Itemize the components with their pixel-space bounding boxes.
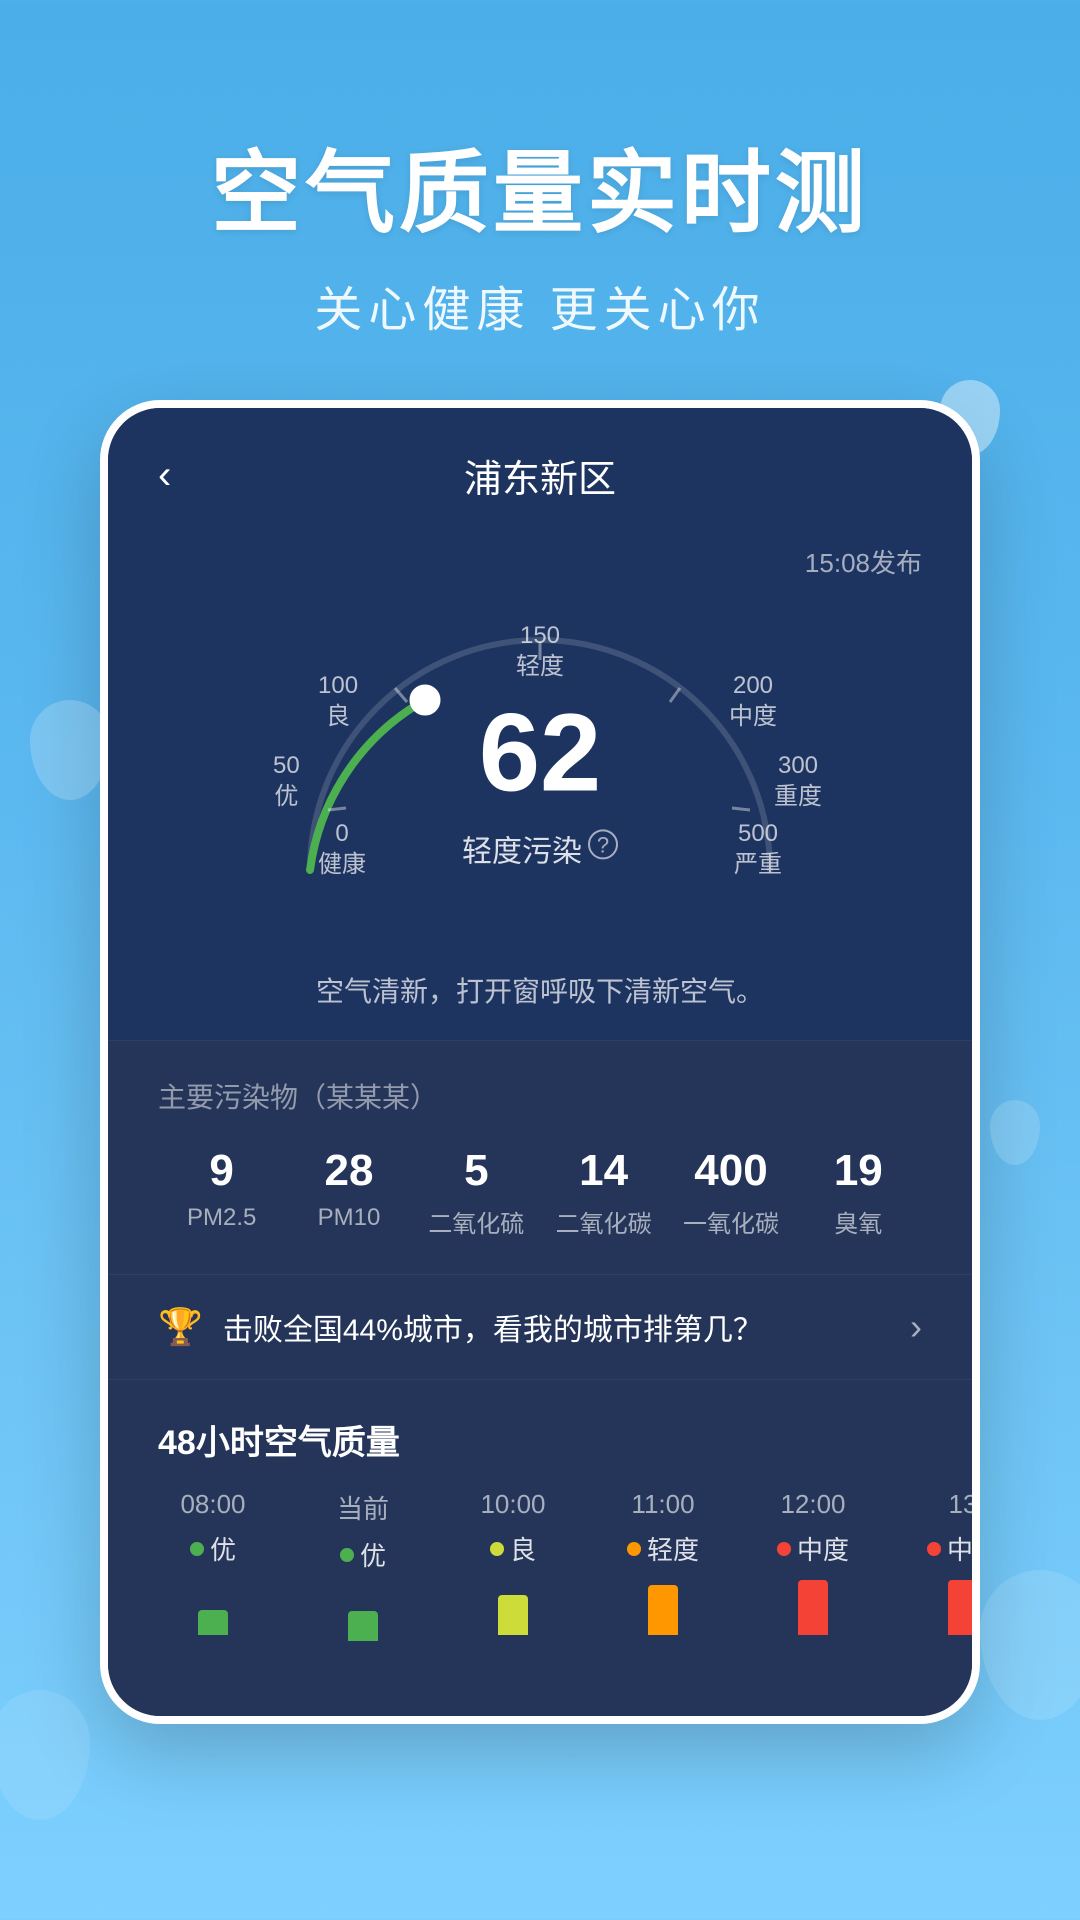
hour-quality: 优: [308, 1536, 418, 1573]
hour-bar: [648, 1585, 678, 1635]
location-title: 浦东新区: [464, 448, 616, 503]
pollutant-value: 9: [158, 1146, 285, 1196]
hour-time: 当前: [308, 1489, 418, 1526]
pollutants-title: 主要污染物（某某某）: [158, 1076, 922, 1116]
pollutant-value: 19: [795, 1146, 922, 1196]
pollutant-item: 28 PM10: [285, 1146, 412, 1239]
back-button[interactable]: ‹: [158, 453, 171, 498]
hour-item: 10:00 良: [458, 1489, 568, 1641]
pollutant-value: 28: [285, 1146, 412, 1196]
ranking-text: 击败全国44%城市，看我的城市排第几？: [223, 1305, 890, 1349]
publish-time: 15:08发布: [158, 543, 922, 580]
pollutant-name: PM2.5: [158, 1204, 285, 1232]
pollutant-value: 14: [540, 1146, 667, 1196]
bottom-spacer: [108, 1676, 972, 1716]
hour-time: 13: [908, 1489, 972, 1520]
hour-bar-container: [608, 1575, 718, 1635]
pollutant-name: 臭氧: [795, 1204, 922, 1239]
scale-500: 500 严重: [734, 818, 782, 880]
pollutant-value: 5: [413, 1146, 540, 1196]
decorative-drop-3: [990, 1100, 1040, 1165]
hour-bar: [948, 1580, 972, 1635]
phone-screen: ‹ 浦东新区 15:08发布 0 健康 50 优 100 良: [108, 408, 972, 1716]
pollutant-name: PM10: [285, 1204, 412, 1232]
pollutant-name: 二氧化碳: [540, 1204, 667, 1239]
hours-scroll[interactable]: 08:00 优 当前 优 10:00 良 11:00 轻度 12:00: [108, 1489, 972, 1676]
scale-150: 150 轻度: [516, 620, 564, 682]
hour-item: 11:00 轻度: [608, 1489, 718, 1641]
pollutant-item: 400 一氧化碳: [667, 1146, 794, 1239]
hour-quality: 轻度: [608, 1530, 718, 1567]
hour-time: 08:00: [158, 1489, 268, 1520]
hour-item: 08:00 优: [158, 1489, 268, 1641]
hour-bar-container: [158, 1575, 268, 1635]
hour-bar-container: [758, 1575, 868, 1635]
hour-item: 当前 优: [308, 1489, 418, 1641]
hero-title: 空气质量实时测: [60, 120, 1020, 250]
pollutant-item: 9 PM2.5: [158, 1146, 285, 1239]
aqi-label: 轻度污染: [462, 826, 582, 870]
hour-bar-container: [458, 1575, 568, 1635]
hour-bar: [798, 1580, 828, 1635]
scale-300: 300 重度: [774, 750, 822, 812]
hour-bar: [198, 1610, 228, 1635]
hour-quality: 优: [158, 1530, 268, 1567]
hero-section: 空气质量实时测 关心健康 更关心你: [0, 0, 1080, 400]
ranking-arrow: ›: [910, 1306, 922, 1348]
scale-200: 200 中度: [729, 670, 777, 732]
hour-bar-container: [308, 1581, 418, 1641]
pollutants-card: 主要污染物（某某某） 9 PM2.5 28 PM10 5 二氧化硫 14 二氧化…: [108, 1040, 972, 1274]
scale-50: 50 优: [273, 750, 300, 812]
trophy-icon: 🏆: [158, 1306, 203, 1348]
decorative-drop-4: [980, 1570, 1080, 1720]
scale-0: 0 健康: [318, 818, 366, 880]
decorative-drop-2: [30, 700, 110, 800]
hero-subtitle: 关心健康 更关心你: [60, 270, 1020, 340]
hour-bar: [498, 1595, 528, 1635]
pollutant-name: 二氧化硫: [413, 1204, 540, 1239]
aqi-help[interactable]: ?: [588, 829, 618, 859]
hour-time: 12:00: [758, 1489, 868, 1520]
hour-quality: 中度: [758, 1530, 868, 1567]
pollutant-item: 19 臭氧: [795, 1146, 922, 1239]
hour-item: 12:00 中度: [758, 1489, 868, 1641]
pollutant-name: 一氧化碳: [667, 1204, 794, 1239]
decorative-drop-5: [0, 1690, 90, 1820]
hour-bar-container: [908, 1575, 972, 1635]
hour-bar: [348, 1611, 378, 1641]
aqi-value: 62: [479, 691, 601, 814]
phone-mockup: ‹ 浦东新区 15:08发布 0 健康 50 优 100 良: [100, 400, 980, 1724]
gauge-center: 62 轻度污染 ?: [462, 698, 618, 870]
pollutant-value: 400: [667, 1146, 794, 1196]
app-header: ‹ 浦东新区: [108, 408, 972, 523]
hour-quality: 中度: [908, 1530, 972, 1567]
hours-card: 48小时空气质量 08:00 优 当前 优 10:00 良 11:00 轻度: [108, 1379, 972, 1676]
air-description: 空气清新，打开窗呼吸下清新空气。: [108, 950, 972, 1040]
hour-time: 11:00: [608, 1489, 718, 1520]
pollutants-grid: 9 PM2.5 28 PM10 5 二氧化硫 14 二氧化碳 400 一氧化碳 …: [158, 1146, 922, 1239]
hour-quality: 良: [458, 1530, 568, 1567]
hour-item: 13 中度: [908, 1489, 972, 1641]
ranking-banner[interactable]: 🏆 击败全国44%城市，看我的城市排第几？ ›: [108, 1274, 972, 1379]
pollutant-item: 14 二氧化碳: [540, 1146, 667, 1239]
scale-100: 100 良: [318, 670, 358, 732]
hours-title: 48小时空气质量: [108, 1415, 972, 1489]
gauge-container: 0 健康 50 优 100 良 150 轻度 200 中度: [158, 590, 922, 910]
hour-time: 10:00: [458, 1489, 568, 1520]
gauge-section: 15:08发布 0 健康 50 优 100 良 150 轻度: [108, 523, 972, 950]
pollutant-item: 5 二氧化硫: [413, 1146, 540, 1239]
